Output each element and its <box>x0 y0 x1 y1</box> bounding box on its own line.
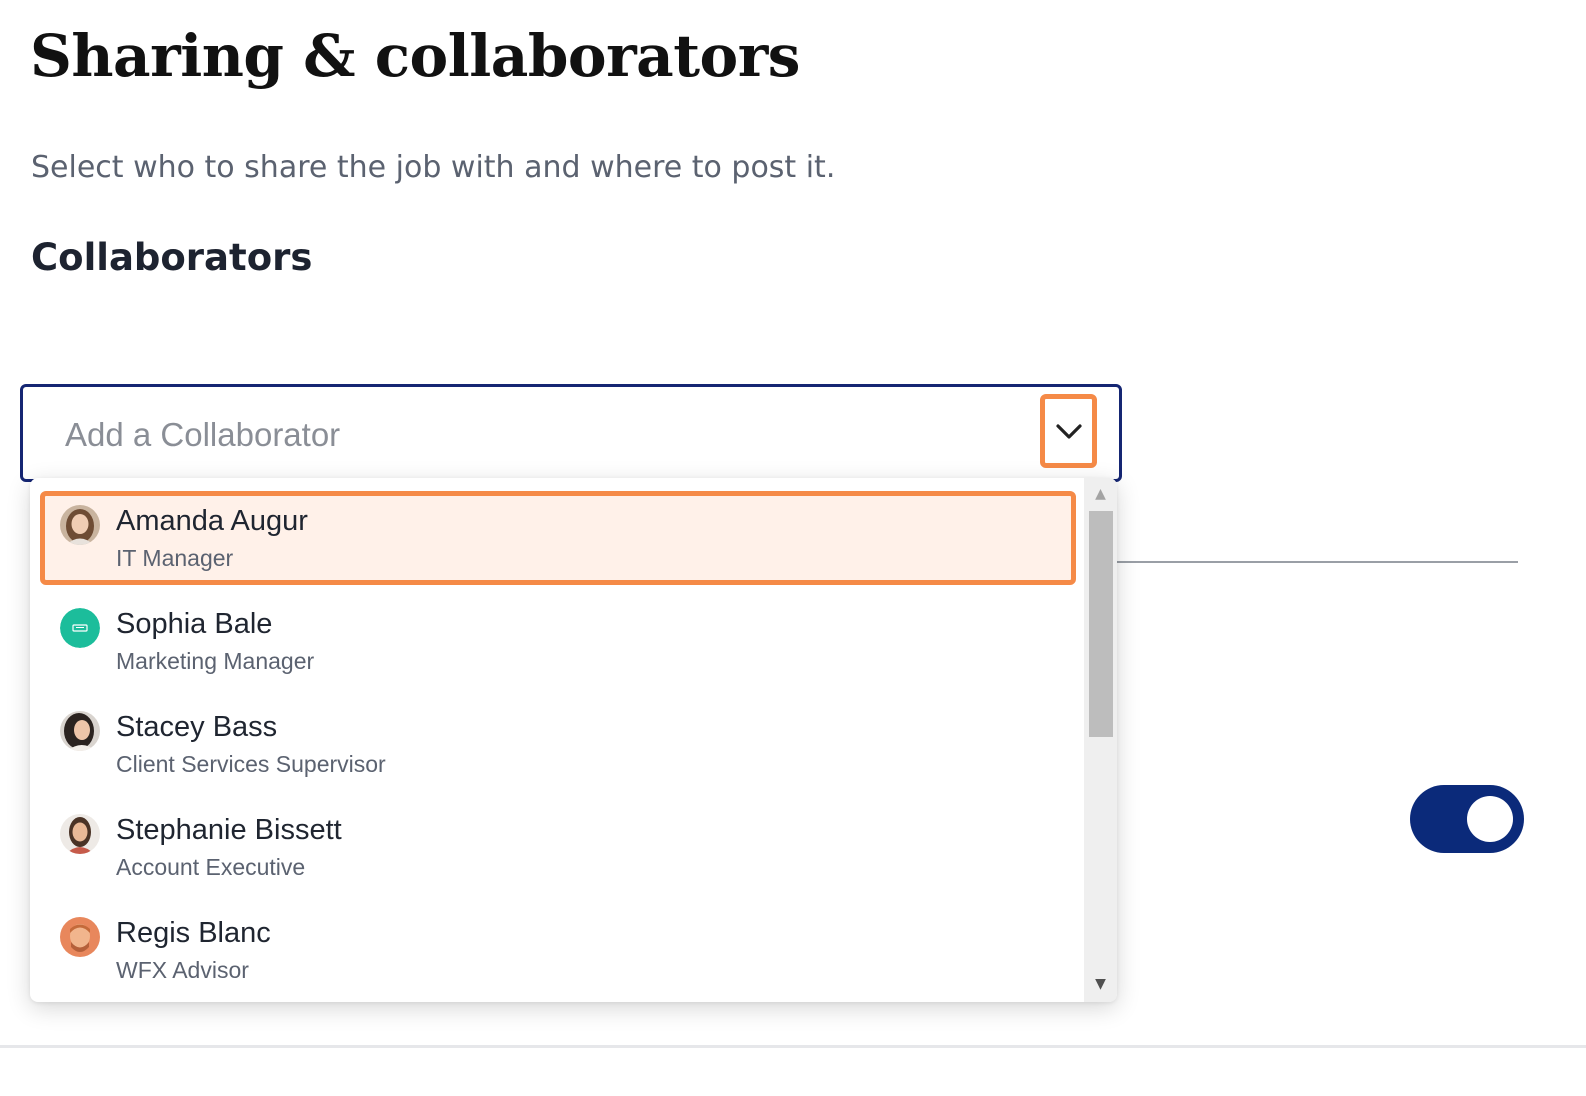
avatar <box>60 505 100 545</box>
avatar <box>60 608 100 648</box>
chevron-down-icon <box>1055 424 1082 439</box>
scrollbar-thumb[interactable] <box>1089 511 1113 737</box>
dropdown-toggle-button[interactable] <box>1040 394 1097 468</box>
option-role: IT Manager <box>116 545 234 571</box>
toggle-knob <box>1467 796 1513 842</box>
option-name: Regis Blanc <box>116 917 271 949</box>
collaborators-heading: Collaborators <box>31 236 313 279</box>
avatar <box>60 814 100 854</box>
footer-divider <box>0 1045 1586 1048</box>
option-role: Marketing Manager <box>116 648 315 674</box>
scroll-up-arrow-icon[interactable]: ▲ <box>1084 486 1117 502</box>
list-item-regis-blanc[interactable]: Regis Blanc WFX Advisor <box>40 903 1076 997</box>
collaborator-dropdown-list: Amanda Augur IT Manager Sophia Bale Mark… <box>30 478 1117 1002</box>
option-role: WFX Advisor <box>116 957 249 983</box>
avatar <box>60 711 100 751</box>
list-item-sophia-bale[interactable]: Sophia Bale Marketing Manager <box>40 594 1076 688</box>
avatar <box>60 917 100 957</box>
page-subtitle: Select who to share the job with and whe… <box>31 150 836 185</box>
list-item-amanda-augur[interactable]: Amanda Augur IT Manager <box>40 491 1076 585</box>
page-title: Sharing & collaborators <box>30 22 800 90</box>
option-role: Client Services Supervisor <box>116 751 386 777</box>
option-name: Sophia Bale <box>116 608 273 640</box>
list-item-stacey-bass[interactable]: Stacey Bass Client Services Supervisor <box>40 697 1076 791</box>
dropdown-scrollbar[interactable]: ▲ ▼ <box>1084 478 1117 1002</box>
add-collaborator-input[interactable] <box>63 407 967 463</box>
option-name: Amanda Augur <box>116 505 308 537</box>
list-item-stephanie-bissett[interactable]: Stephanie Bissett Account Executive <box>40 800 1076 894</box>
section-divider <box>1116 561 1518 563</box>
option-role: Account Executive <box>116 854 306 880</box>
collaborator-combobox[interactable] <box>20 384 1122 482</box>
option-name: Stacey Bass <box>116 711 278 743</box>
scroll-down-arrow-icon[interactable]: ▼ <box>1084 976 1117 992</box>
toggle-switch[interactable] <box>1410 785 1524 853</box>
option-name: Stephanie Bissett <box>116 814 342 846</box>
